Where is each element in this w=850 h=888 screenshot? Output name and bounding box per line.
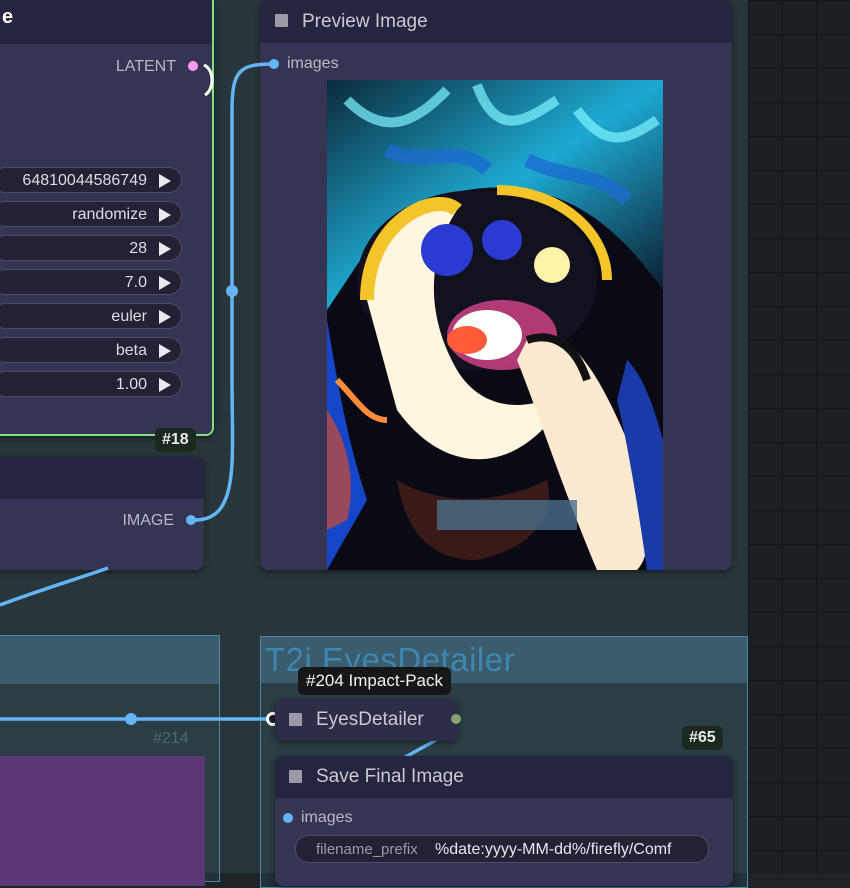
filename-prefix-widget[interactable]: filename_prefix %date:yyyy-MM-dd%/firefl… <box>295 835 709 863</box>
save-image-node[interactable]: Save Final Image images filename_prefix … <box>275 756 733 886</box>
filename-prefix-value: %date:yyyy-MM-dd%/firefly/Comf <box>435 841 672 858</box>
save-images-input-dot[interactable] <box>283 813 293 823</box>
node-collapse-icon[interactable] <box>289 770 302 783</box>
eyes-detailer-node[interactable]: EyesDetailer <box>275 699 461 741</box>
node-collapse-icon[interactable] <box>289 713 302 726</box>
filename-prefix-label: filename_prefix <box>316 841 418 858</box>
save-node-badge: #65 <box>682 726 723 750</box>
eyes-output-dot[interactable] <box>451 714 461 724</box>
save-images-input-label: images <box>301 809 353 826</box>
save-image-title: Save Final Image <box>316 766 464 787</box>
impact-pack-tooltip: #204 Impact-Pack <box>298 667 452 695</box>
eyes-detailer-title: EyesDetailer <box>316 709 424 730</box>
